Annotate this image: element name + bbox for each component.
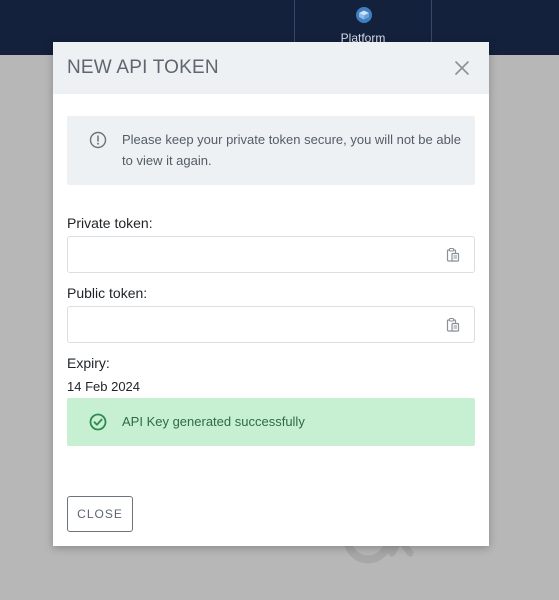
- info-message: Please keep your private token secure, y…: [122, 132, 461, 168]
- public-token-label: Public token:: [67, 285, 148, 301]
- clipboard-icon[interactable]: [445, 247, 461, 263]
- modal-title: NEW API TOKEN: [67, 57, 219, 78]
- api-token-modal: NEW API TOKEN Please keep your private t…: [53, 42, 489, 546]
- close-icon[interactable]: [453, 59, 471, 77]
- close-button[interactable]: CLOSE: [67, 496, 133, 532]
- private-token-field: [67, 236, 475, 273]
- success-alert: API Key generated successfully: [67, 398, 475, 446]
- private-token-label: Private token:: [67, 215, 153, 231]
- success-message: API Key generated successfully: [122, 414, 305, 429]
- check-circle-icon: [89, 413, 107, 431]
- info-alert: Please keep your private token secure, y…: [67, 116, 475, 185]
- info-circle-icon: [89, 131, 107, 149]
- public-token-input[interactable]: [69, 308, 429, 341]
- modal-header: NEW API TOKEN: [53, 42, 489, 94]
- expiry-label: Expiry:: [67, 355, 110, 371]
- clipboard-icon[interactable]: [445, 317, 461, 333]
- platform-icon: [356, 7, 372, 23]
- expiry-value: 14 Feb 2024: [67, 379, 141, 394]
- public-token-field: [67, 306, 475, 343]
- private-token-input[interactable]: [69, 238, 429, 271]
